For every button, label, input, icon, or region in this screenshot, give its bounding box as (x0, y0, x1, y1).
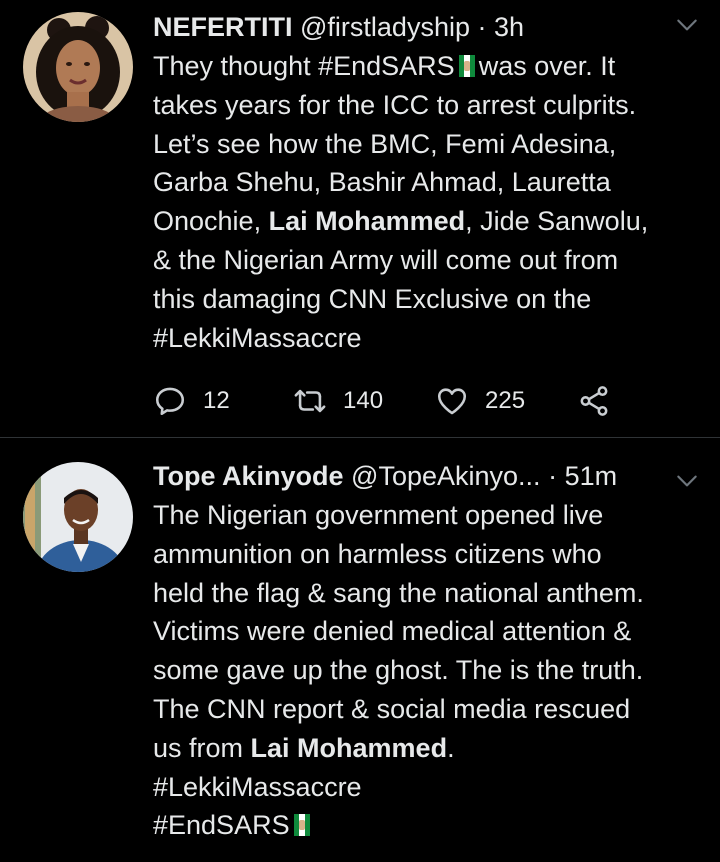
display-name[interactable]: NEFERTITI (153, 12, 293, 42)
bold-name: Lai Mohammed (250, 732, 448, 763)
text-fragment: . (447, 732, 455, 763)
timestamp[interactable]: 3h (494, 12, 524, 42)
retweet-button[interactable]: 140 (293, 381, 383, 421)
hashtag-text[interactable]: They thought #EndSARS (153, 51, 455, 81)
separator-dot: · (548, 461, 558, 491)
hashtag-link[interactable]: #EndSARS (153, 810, 290, 840)
tweet-line: The CNN report & social media rescued (153, 693, 631, 724)
reply-count: 12 (203, 387, 230, 414)
text-fragment: , Jide Sanwolu, (465, 206, 649, 237)
reply-icon (155, 387, 185, 416)
display-name[interactable]: Tope Akinyode (153, 461, 344, 491)
tweet-line: #EndSARS (153, 806, 713, 845)
share-icon (580, 386, 608, 416)
tweet-line: held the flag & sang the national anthem… (153, 577, 644, 608)
avatar-image (23, 12, 133, 122)
tweet-line: us from Lai Mohammed. (153, 729, 713, 768)
like-count: 225 (485, 387, 526, 414)
tweet-header: NEFERTITI @firstladyship · 3h (153, 8, 700, 46)
chevron-down-icon[interactable] (674, 12, 700, 38)
retweet-count: 140 (343, 387, 384, 414)
bold-name: Lai Mohammed (268, 206, 466, 237)
avatar-image (23, 462, 133, 572)
tweet-header: Tope Akinyode @TopeAkinyo... · 51m (153, 457, 700, 495)
tweet-line: The Nigerian government opened live (153, 500, 604, 530)
hashtag-link[interactable]: #LekkiMassaccre (153, 768, 713, 807)
retweet-icon (294, 389, 326, 413)
heart-icon (437, 388, 467, 415)
timestamp[interactable]: 51m (565, 461, 618, 491)
chevron-down-icon[interactable] (674, 468, 700, 494)
tweet-nefertiti[interactable]: NEFERTITI @firstladyship · 3h They thoug… (0, 0, 720, 437)
tweet-line: They thought #EndSARS was over. It (153, 47, 713, 86)
text-fragment: Onochie, (153, 206, 269, 237)
tweet-line: some gave up the ghost. The is the truth… (153, 655, 644, 686)
raised-fist-flag-icon (293, 814, 310, 837)
text-fragment: was over. It (478, 51, 616, 81)
tweet-line: this damaging CNN Exclusive on the (153, 283, 592, 314)
tweet-text: They thought #EndSARS was over. It takes … (153, 47, 713, 357)
like-button[interactable]: 225 (435, 381, 525, 421)
reply-button[interactable]: 12 (153, 381, 230, 421)
tweet-line: takes years for the ICC to arrest culpri… (153, 89, 637, 120)
avatar[interactable] (23, 12, 133, 122)
avatar[interactable] (23, 462, 133, 572)
raised-fist-flag-icon (458, 55, 475, 77)
user-handle[interactable]: @firstladyship (300, 12, 470, 42)
user-handle[interactable]: @TopeAkinyo... (351, 461, 541, 491)
tweet-line: ammunition on harmless citizens who (153, 538, 602, 569)
tweet-tope-akinyode[interactable]: Tope Akinyode @TopeAkinyo... · 51m The N… (0, 438, 720, 862)
tweet-line: Let’s see how the BMC, Femi Adesina, (153, 128, 617, 159)
tweet-text: The Nigerian government opened live ammu… (153, 496, 713, 845)
tweet-line: Garba Shehu, Bashir Ahmad, Lauretta (153, 167, 611, 198)
text-fragment: us from (153, 732, 251, 763)
share-button[interactable] (577, 381, 611, 421)
tweet-line: Victims were denied medical attention & (153, 616, 632, 647)
tweet-actions: 12 140 225 (153, 381, 673, 421)
tweet-line: & the Nigerian Army will come out from (153, 244, 619, 275)
hashtag-link[interactable]: #LekkiMassaccre (153, 319, 713, 358)
separator-dot: · (477, 12, 487, 42)
tweet-line: Onochie, Lai Mohammed, Jide Sanwolu, (153, 202, 713, 241)
